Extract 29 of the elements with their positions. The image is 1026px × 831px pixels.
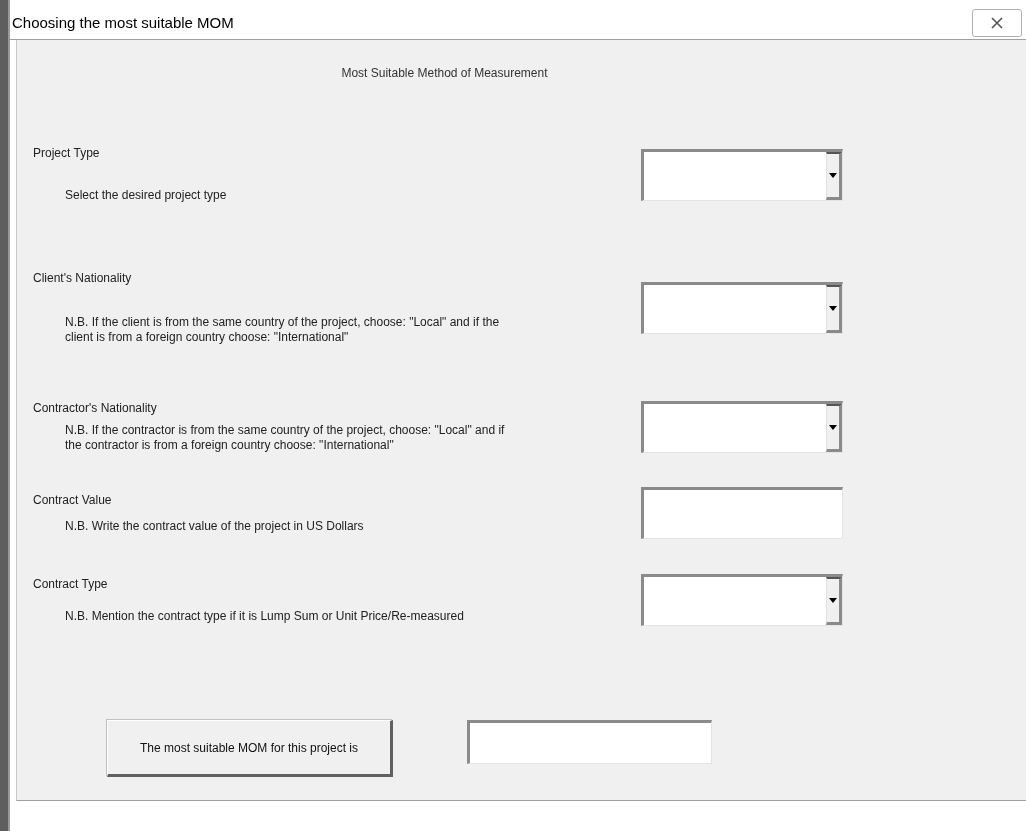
- caret-icon: [829, 425, 837, 430]
- field-note: N.B. If the contractor is from the same country of the project, choose: "Local" and if the contractor is from a foreign country choose: "International": [65, 423, 505, 452]
- caret-icon: [829, 172, 837, 178]
- field-label: Client's Nationality: [33, 271, 132, 285]
- dropdown-field[interactable]: [641, 282, 843, 334]
- dropdown-field[interactable]: [641, 574, 843, 626]
- caret-icon: [829, 598, 837, 603]
- field-label: Project Type: [33, 146, 100, 160]
- field-label: Contractor's Nationality: [33, 401, 157, 415]
- dropdown-field[interactable]: [641, 148, 843, 201]
- field-note: N.B. Mention the contract type if it is Lump Sum or Unit Price/Re-measured: [65, 608, 464, 623]
- dropdown-field[interactable]: [641, 401, 843, 453]
- field-note: N.B. Write the contract value of the project in US Dollars: [65, 518, 364, 533]
- window-title: Choosing the most suitable MOM: [11, 14, 234, 31]
- dropdown-button[interactable]: [826, 404, 842, 452]
- field-note: Select the desired project type: [65, 188, 227, 202]
- close-button[interactable]: [972, 8, 1022, 37]
- input-field[interactable]: [641, 487, 843, 539]
- field-label: Contract Type: [33, 576, 108, 591]
- caret-icon: [829, 306, 837, 311]
- dropdown-button[interactable]: [826, 285, 842, 333]
- result-field[interactable]: [467, 720, 712, 764]
- form-heading: Most Suitable Method of Measurement: [341, 66, 548, 80]
- field-label: Contract Value: [33, 492, 112, 507]
- dropdown-button[interactable]: [826, 151, 842, 200]
- result-button[interactable]: The most suitable MOM for this project is: [107, 720, 393, 777]
- field-note: N.B. If the client is from the same country of the project, choose: "Local" and if the client is from a foreign country choose: "International": [65, 315, 500, 344]
- close-icon: [991, 16, 1003, 29]
- dropdown-button[interactable]: [826, 577, 842, 625]
